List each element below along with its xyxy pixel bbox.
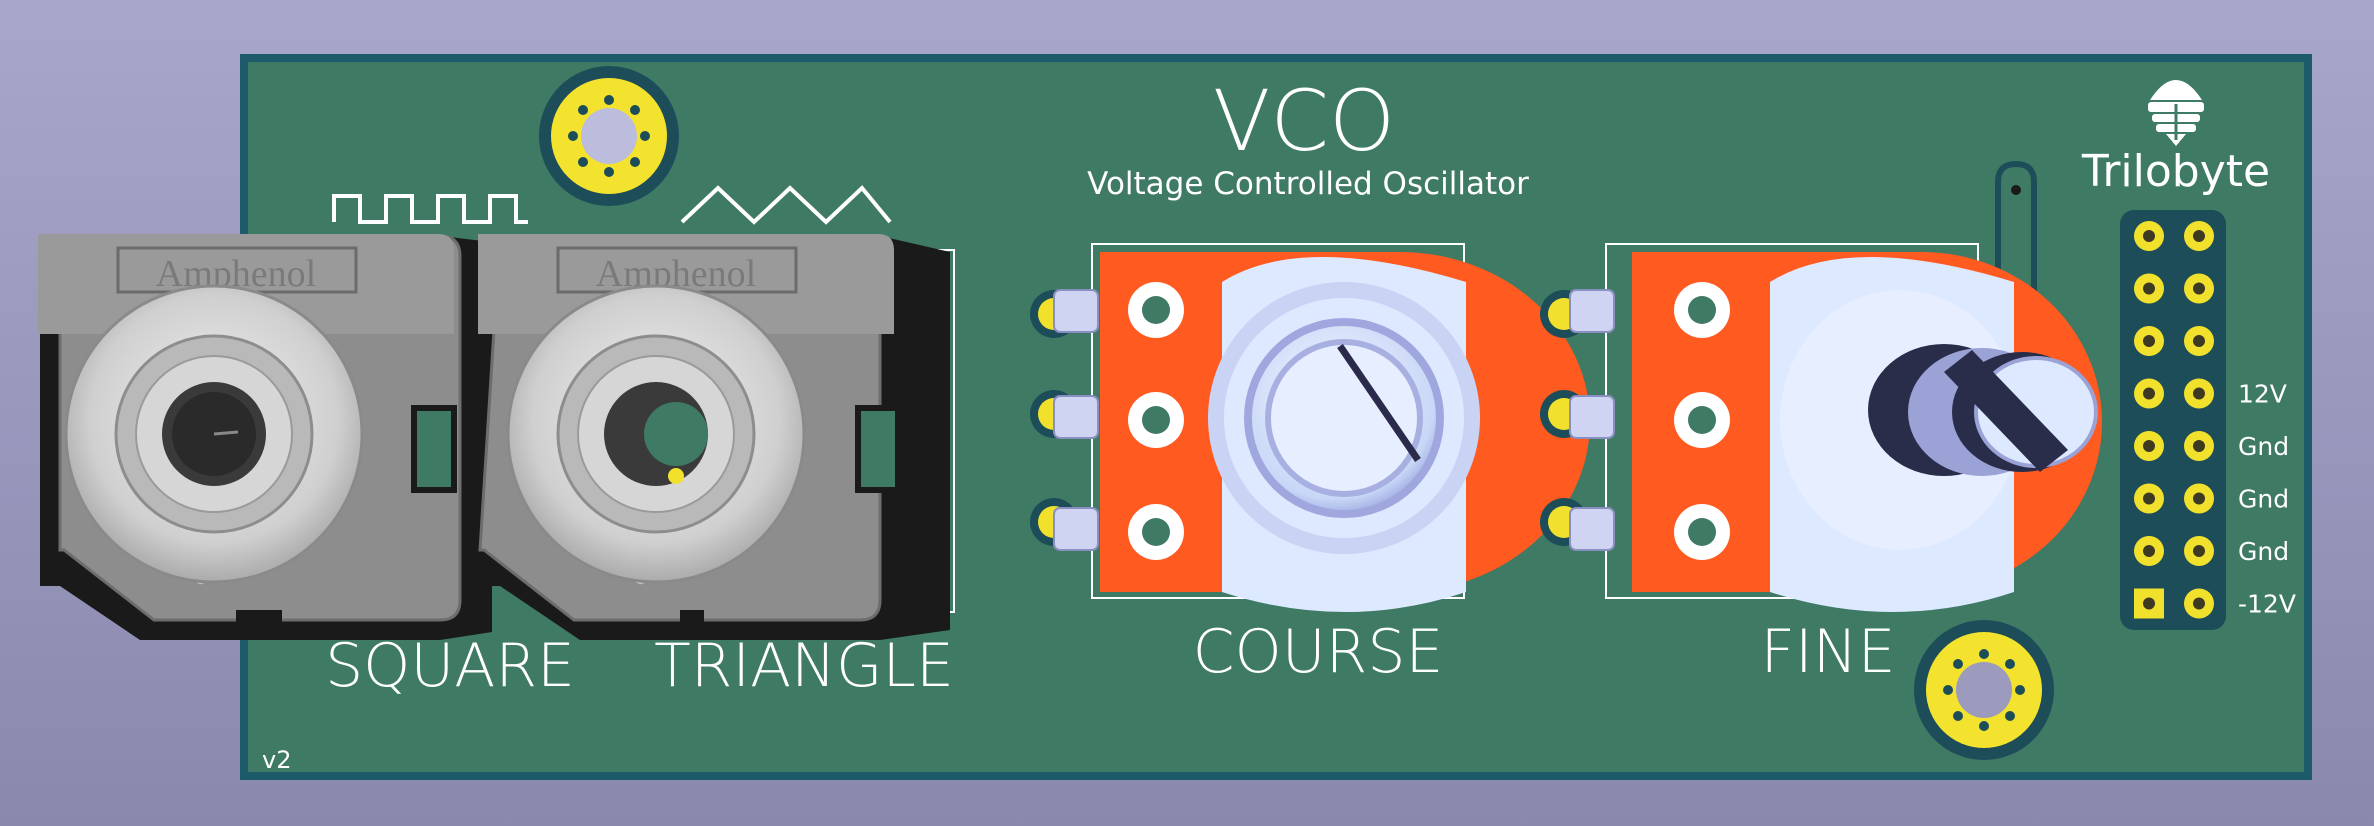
audio-jack-triangle[interactable]: Amphenol bbox=[478, 234, 955, 640]
header-pin-label: 12V bbox=[2238, 380, 2287, 409]
header-pin-hole bbox=[2193, 282, 2205, 295]
pcb-3d-viewer-canvas[interactable]: VCO Voltage Controlled Oscillator Trilob… bbox=[0, 0, 2374, 826]
header-pin-hole bbox=[2193, 387, 2205, 400]
header-pin-hole bbox=[2143, 492, 2155, 505]
board-subtitle: Voltage Controlled Oscillator bbox=[1087, 166, 1529, 202]
header-pin-hole bbox=[2143, 387, 2155, 400]
label-course: COURSE bbox=[1193, 617, 1444, 687]
header-pin-label: Gnd bbox=[2238, 537, 2289, 566]
version-label: v2 bbox=[262, 746, 291, 774]
header-pin-hole bbox=[2193, 492, 2205, 505]
mounting-hole-bottom bbox=[1914, 620, 2054, 760]
header-pin-hole bbox=[2193, 335, 2205, 347]
header-pin-hole bbox=[2193, 230, 2205, 242]
label-square: SQUARE bbox=[325, 631, 575, 701]
header-pin-hole bbox=[2143, 440, 2155, 452]
label-fine: FINE bbox=[1761, 617, 1896, 687]
header-pin-hole bbox=[2143, 545, 2155, 557]
header-pin-label: Gnd bbox=[2238, 485, 2289, 514]
header-pin-label: Gnd bbox=[2238, 432, 2289, 461]
header-pin-hole bbox=[2143, 335, 2155, 347]
brand-name: Trilobyte bbox=[2081, 146, 2270, 197]
header-pin-hole bbox=[2193, 545, 2205, 557]
board-title: VCO bbox=[1213, 72, 1395, 170]
header-pin-hole bbox=[2143, 597, 2155, 610]
potentiometer-course[interactable] bbox=[1030, 243, 1590, 612]
header-pin-hole bbox=[2143, 230, 2155, 242]
header-pin-label: -12V bbox=[2238, 590, 2296, 619]
mounting-hole-top bbox=[539, 66, 679, 206]
label-triangle: TRIANGLE bbox=[654, 631, 954, 701]
header-pin-hole bbox=[2193, 597, 2205, 610]
header-pin-hole bbox=[2143, 282, 2155, 295]
header-pin-hole bbox=[2193, 440, 2205, 452]
audio-jack-square[interactable]: Amphenol bbox=[38, 234, 492, 640]
